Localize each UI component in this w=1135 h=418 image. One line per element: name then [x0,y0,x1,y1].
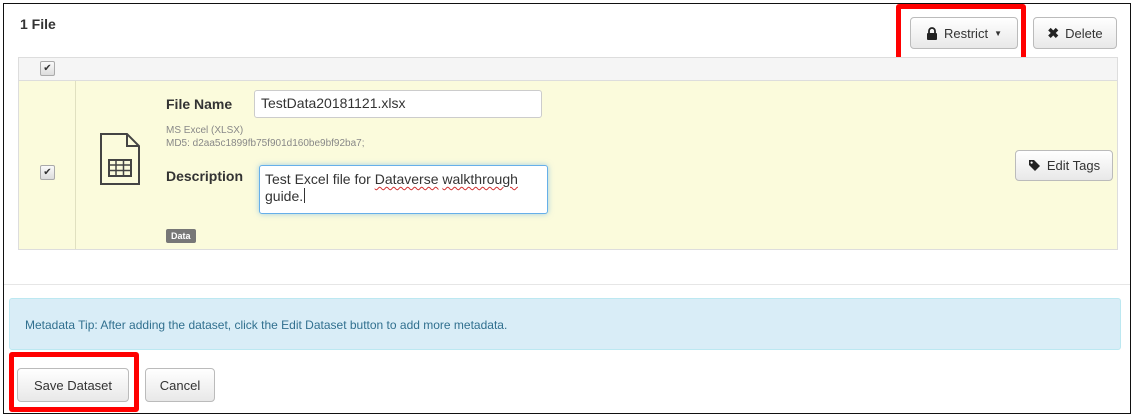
delete-label: Delete [1065,25,1103,41]
cancel-label: Cancel [159,377,201,393]
data-tag-badge: Data [166,229,196,243]
table-header: ✔ [19,58,1117,81]
select-all-checkbox[interactable]: ✔ [40,61,55,76]
description-text-2: Dataverse [374,171,439,187]
cancel-button[interactable]: Cancel [145,368,215,402]
text-cursor [304,188,306,203]
file-name-label: File Name [166,96,233,112]
edit-tags-label: Edit Tags [1046,158,1101,173]
file-name-input[interactable]: TestData20181121.xlsx [254,90,542,118]
spreadsheet-file-icon [100,133,140,185]
description-label: Description [166,168,244,184]
file-type: MS Excel (XLSX) [166,125,244,136]
metadata-tip-alert: Metadata Tip: After adding the dataset, … [9,298,1121,350]
files-table: ✔ ✔ File Name TestData20181121.xlsx MS E… [18,57,1118,250]
description-text-4: walkthrough [442,171,518,187]
delete-button[interactable]: ✖ Delete [1033,17,1117,49]
description-textarea[interactable]: Test Excel file for Dataverse walkthroug… [259,165,548,214]
column-divider [75,81,76,249]
close-icon: ✖ [1047,24,1060,41]
save-dataset-highlight [9,352,139,412]
metadata-tip-text: Metadata Tip: After adding the dataset, … [25,318,508,332]
row-select-checkbox[interactable]: ✔ [40,165,55,180]
description-text-5: guide. [265,188,304,204]
restrict-highlight [896,4,1026,62]
file-name-value: TestData20181121.xlsx [261,95,406,111]
file-md5: MD5: d2aa5c1899fb75f901d160be9bf92ba7; [166,138,365,149]
section-divider [4,284,1130,285]
edit-tags-button[interactable]: Edit Tags [1015,150,1113,181]
file-count-title: 1 File [20,16,56,32]
description-text-1: Test Excel file for [265,171,375,187]
tag-icon [1028,160,1040,171]
